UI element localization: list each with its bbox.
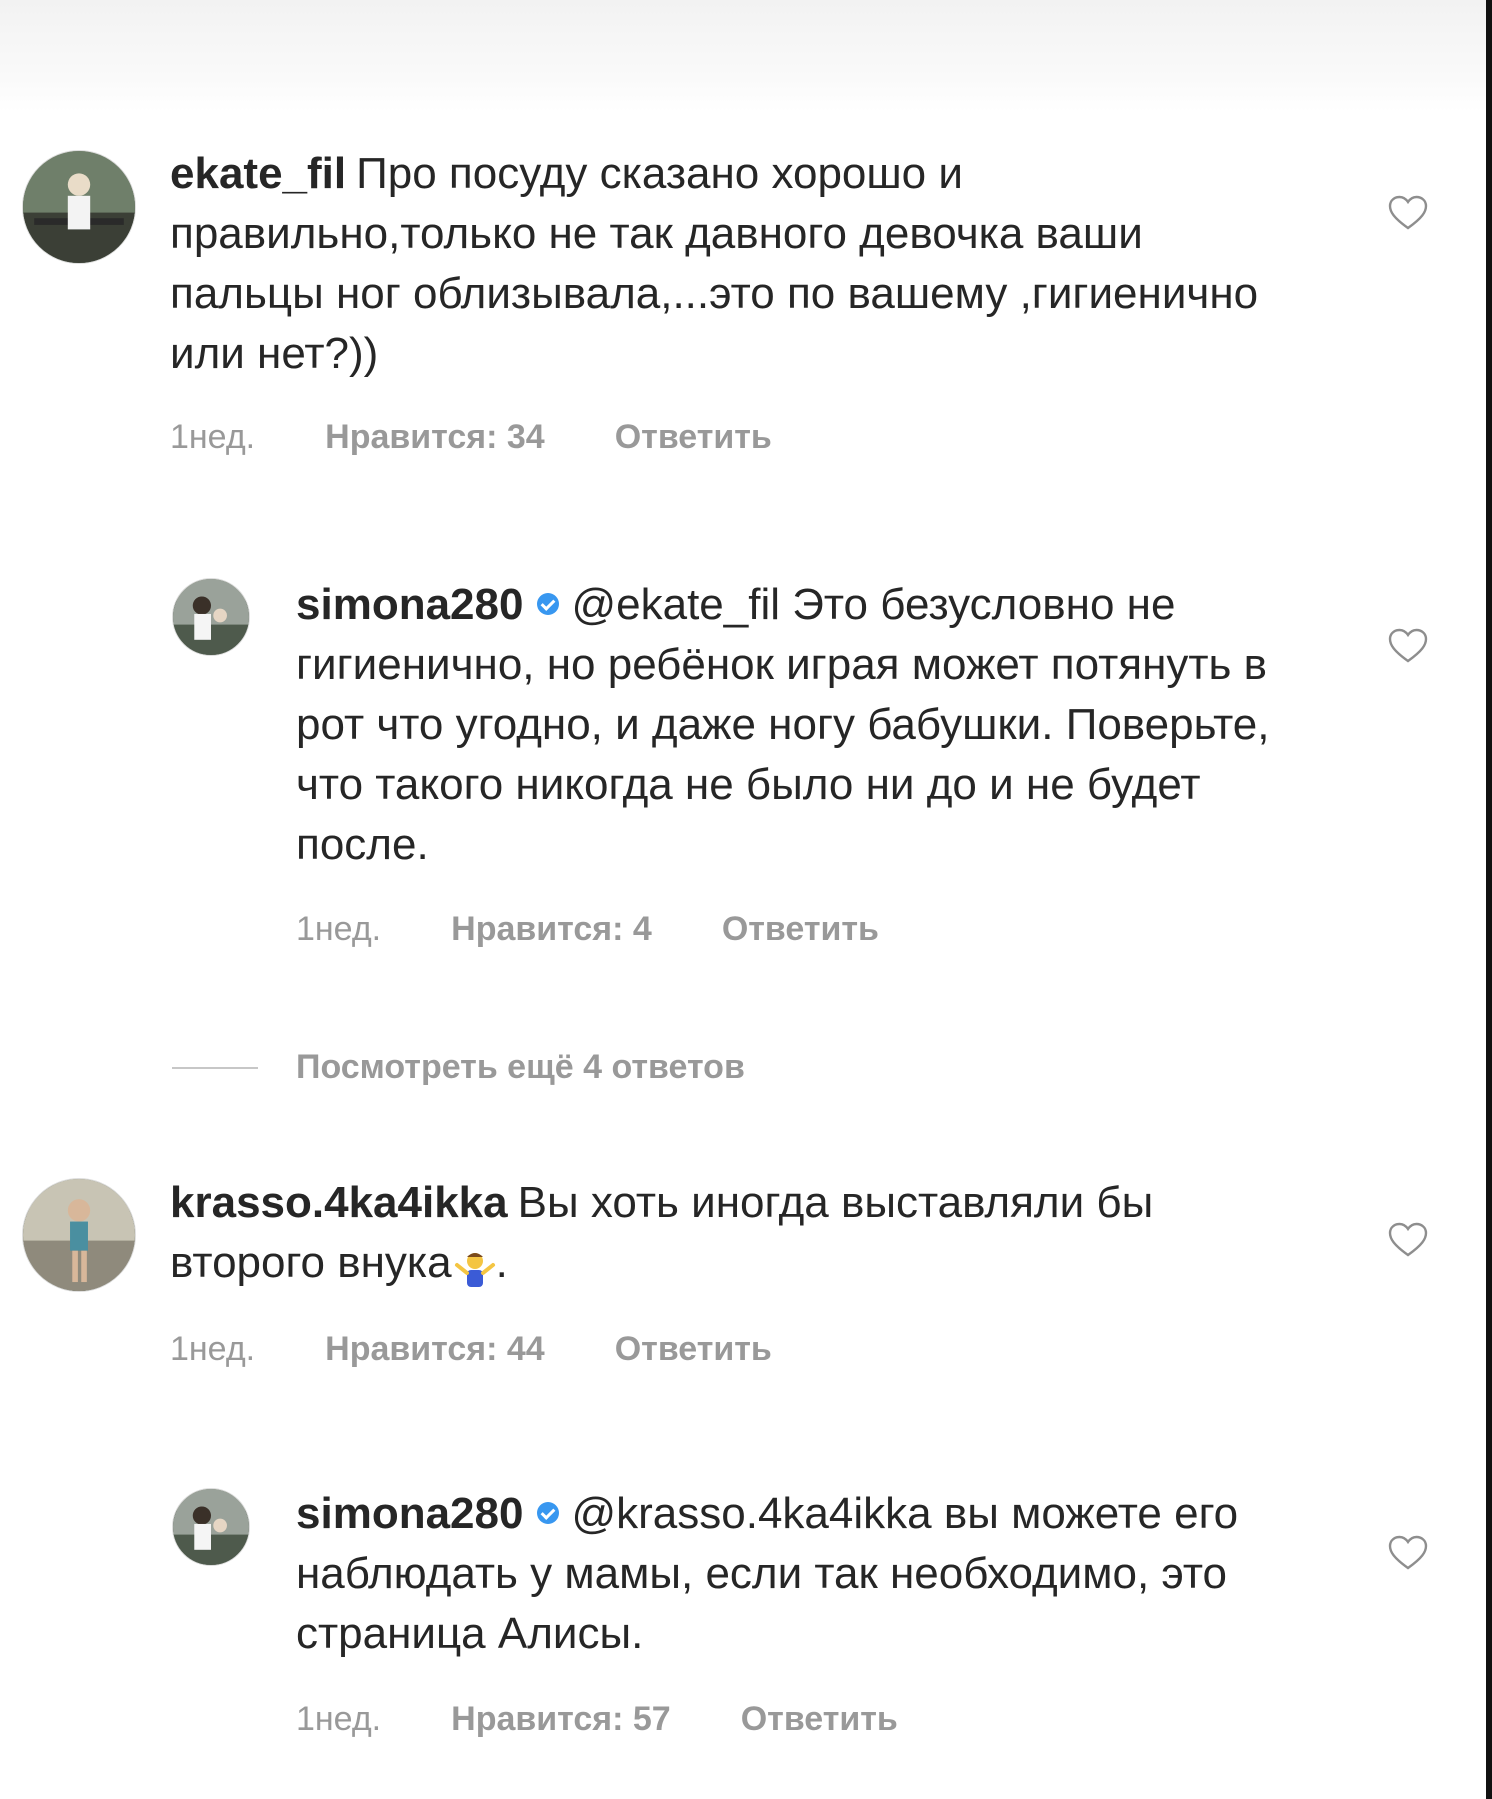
username[interactable]: simona280 [296, 1489, 523, 1538]
likes-count[interactable]: Нравится: 44 [325, 1330, 545, 1368]
reply-button[interactable]: Ответить [722, 910, 879, 948]
avatar[interactable] [22, 150, 136, 264]
comment-text: krasso.4ka4ikka Вы хоть иногда выставляли… [170, 1178, 1154, 1288]
view-more-replies-button[interactable]: Посмотреть ещё 4 ответов [296, 1048, 745, 1087]
person-shrugging-emoji [454, 1245, 496, 1288]
reply-button[interactable]: Ответить [615, 1330, 772, 1368]
comment-text: simona280 @krasso.4ka4ikka вы можете его … [296, 1489, 1239, 1658]
reply-button[interactable]: Ответить [741, 1700, 898, 1738]
comment-text: simona280 @ekate_fil Это безусловно не ги… [296, 580, 1270, 869]
mention-link[interactable]: @ekate_fil [571, 580, 780, 629]
heart-outline-icon[interactable] [1388, 628, 1428, 664]
view-more-divider [172, 1067, 258, 1069]
comment-text: ekate_fil Про посуду сказано хорошо и пра… [170, 149, 1259, 378]
username[interactable]: simona280 [296, 580, 523, 629]
verified-badge-icon [537, 1502, 560, 1525]
heart-outline-icon[interactable] [1388, 1535, 1428, 1571]
reply-button[interactable]: Ответить [615, 418, 772, 456]
heart-outline-icon[interactable] [1388, 195, 1428, 231]
mention-link[interactable]: @krasso.4ka4ikka [571, 1489, 931, 1538]
comment-meta: 1нед. Нравится: 4 Ответить [296, 910, 949, 949]
top-bar [0, 0, 1492, 112]
timestamp: 1нед. [170, 418, 256, 456]
likes-count[interactable]: Нравится: 57 [451, 1700, 671, 1738]
username[interactable]: krasso.4ka4ikka [170, 1178, 508, 1227]
comment-meta: 1нед. Нравится: 34 Ответить [170, 418, 842, 457]
comment-meta: 1нед. Нравится: 44 Ответить [170, 1330, 842, 1369]
likes-count[interactable]: Нравится: 4 [451, 910, 652, 948]
heart-outline-icon[interactable] [1388, 1222, 1428, 1258]
likes-count[interactable]: Нравится: 34 [325, 418, 545, 456]
username[interactable]: ekate_fil [170, 149, 346, 198]
timestamp: 1нед. [296, 1700, 382, 1738]
comment-meta: 1нед. Нравится: 57 Ответить [296, 1700, 968, 1739]
screen-edge [1486, 0, 1492, 1799]
avatar[interactable] [22, 1178, 136, 1292]
timestamp: 1нед. [296, 910, 382, 948]
avatar[interactable] [172, 1488, 250, 1566]
timestamp: 1нед. [170, 1330, 256, 1368]
avatar[interactable] [172, 578, 250, 656]
verified-badge-icon [537, 593, 560, 616]
